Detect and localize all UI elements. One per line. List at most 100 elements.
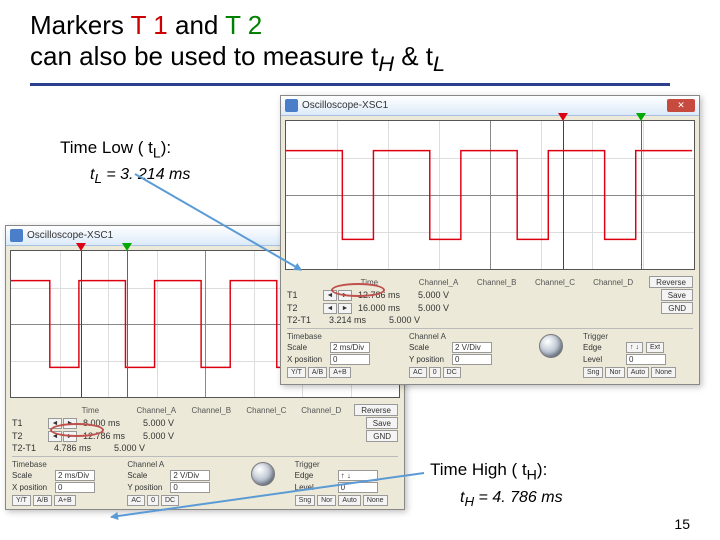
- subtitle: can also be used to measure t: [30, 41, 378, 71]
- coupling-0-button[interactable]: 0: [429, 367, 441, 378]
- dt-label: T2-T1: [287, 315, 321, 325]
- close-button[interactable]: ✕: [667, 99, 695, 112]
- coupling-ac-button[interactable]: AC: [409, 367, 427, 378]
- col-cha: Channel_A: [133, 406, 186, 415]
- cha-title: Channel A: [127, 460, 230, 469]
- t2-cha-value: 5.000 V: [414, 303, 472, 313]
- save-button[interactable]: Save: [661, 289, 693, 301]
- timebase-xpos-input[interactable]: 0: [55, 482, 95, 493]
- marker-t2[interactable]: [127, 251, 128, 397]
- coupling-dc-button[interactable]: DC: [443, 367, 461, 378]
- t2-time-value: 12.786 ms: [79, 431, 137, 441]
- time-low-label: Time Low ( tL):: [60, 138, 171, 161]
- timebase-title: Timebase: [287, 332, 397, 341]
- trg-nor-button[interactable]: Nor: [605, 367, 624, 378]
- mode-aplusb-button[interactable]: A+B: [329, 367, 350, 378]
- formula-th: tH = 4. 786 ms: [460, 488, 563, 509]
- marker-t1[interactable]: [563, 121, 564, 269]
- trigger-title: Trigger: [295, 460, 398, 469]
- col-time: Time: [357, 278, 413, 287]
- cha-ypos-input[interactable]: 0: [452, 354, 492, 365]
- window-title: Oscilloscope-XSC1: [302, 100, 388, 111]
- reverse-button[interactable]: Reverse: [649, 276, 693, 288]
- mode-aplusb-button[interactable]: A+B: [54, 495, 75, 506]
- t1-cha-value: 5.000 V: [139, 418, 197, 428]
- col-chd: Channel_D: [589, 278, 645, 287]
- t1-right-button[interactable]: ►: [338, 290, 352, 301]
- trg-none-button[interactable]: None: [651, 367, 676, 378]
- trg-auto-button[interactable]: Auto: [627, 367, 649, 378]
- col-chd: Channel_D: [297, 406, 350, 415]
- timebase-scale-input[interactable]: 2 ms/Div: [330, 342, 370, 353]
- t2-right-button[interactable]: ►: [338, 303, 352, 314]
- triangle-icon: [636, 113, 646, 121]
- mode-ab-button[interactable]: A/B: [308, 367, 327, 378]
- coupling-0-button[interactable]: 0: [147, 495, 159, 506]
- marker-t2[interactable]: [641, 121, 642, 269]
- dt-label: T2-T1: [12, 443, 46, 453]
- mode-yt-button[interactable]: Y/T: [287, 367, 306, 378]
- timebase-xpos-input[interactable]: 0: [330, 354, 370, 365]
- mode-yt-button[interactable]: Y/T: [12, 495, 31, 506]
- t1-left-button[interactable]: ◄: [323, 290, 337, 301]
- col-chc: Channel_C: [242, 406, 295, 415]
- t1-cha-value: 5.000 V: [414, 290, 472, 300]
- trg-level-input[interactable]: 0: [626, 354, 666, 365]
- app-icon: [285, 99, 298, 112]
- t1-time-value: 12.786 ms: [354, 290, 412, 300]
- waveform: [286, 121, 694, 269]
- triangle-icon: [122, 243, 132, 251]
- trg-sng-button[interactable]: Sng: [583, 367, 603, 378]
- cha-scale-input[interactable]: 2 V/Div: [170, 470, 210, 481]
- knob[interactable]: [251, 462, 275, 486]
- dt-cha-value: 5.000 V: [110, 443, 168, 453]
- cha-ypos-input[interactable]: 0: [170, 482, 210, 493]
- gnd-button[interactable]: GND: [366, 430, 398, 442]
- trg-none-button[interactable]: None: [363, 495, 388, 506]
- window-title: Oscilloscope-XSC1: [27, 230, 113, 241]
- col-chb: Channel_B: [187, 406, 240, 415]
- trg-sng-button[interactable]: Sng: [295, 495, 315, 506]
- trg-ext-button[interactable]: Ext: [646, 342, 664, 353]
- t2-cha-value: 5.000 V: [139, 431, 197, 441]
- t2-label: T2: [12, 431, 46, 441]
- dt-cha-value: 5.000 V: [385, 315, 443, 325]
- col-chb: Channel_B: [473, 278, 529, 287]
- scope-screen[interactable]: [285, 120, 695, 270]
- knob[interactable]: [539, 334, 563, 358]
- t2-left-button[interactable]: ◄: [48, 431, 62, 442]
- t2-right-button[interactable]: ►: [63, 431, 77, 442]
- mode-ab-button[interactable]: A/B: [33, 495, 52, 506]
- trigger-title: Trigger: [583, 332, 693, 341]
- triangle-icon: [558, 113, 568, 121]
- trg-nor-button[interactable]: Nor: [317, 495, 336, 506]
- col-cha: Channel_A: [415, 278, 471, 287]
- trg-auto-button[interactable]: Auto: [338, 495, 360, 506]
- t1-label: T1: [12, 418, 46, 428]
- t2-left-button[interactable]: ◄: [323, 303, 337, 314]
- oscilloscope-window-front: Oscilloscope-XSC1 ✕ Time Channel_A Chann…: [280, 95, 700, 385]
- time-high-label: Time High ( tH):: [430, 460, 547, 483]
- t1-label: T1: [287, 290, 321, 300]
- t1-left-button[interactable]: ◄: [48, 418, 62, 429]
- app-icon: [10, 229, 23, 242]
- save-button[interactable]: Save: [366, 417, 398, 429]
- t2-time-value: 16.000 ms: [354, 303, 412, 313]
- col-time: Time: [78, 406, 131, 415]
- gnd-button[interactable]: GND: [661, 302, 693, 314]
- horizontal-rule: [30, 83, 670, 86]
- cha-scale-input[interactable]: 2 V/Div: [452, 342, 492, 353]
- coupling-ac-button[interactable]: AC: [127, 495, 145, 506]
- reverse-button[interactable]: Reverse: [354, 404, 398, 416]
- t1-right-button[interactable]: ►: [63, 418, 77, 429]
- marker-t1[interactable]: [81, 251, 82, 397]
- timebase-scale-input[interactable]: 2 ms/Div: [55, 470, 95, 481]
- dt-time-value: 4.786 ms: [50, 443, 108, 453]
- trg-edge-button[interactable]: ↑ ↓: [626, 342, 643, 353]
- coupling-dc-button[interactable]: DC: [161, 495, 179, 506]
- triangle-icon: [76, 243, 86, 251]
- dt-time-value: 3.214 ms: [325, 315, 383, 325]
- page-number: 15: [674, 516, 690, 532]
- col-chc: Channel_C: [531, 278, 587, 287]
- slide-title: Markers T 1 and T 2 can also be used to …: [30, 10, 690, 77]
